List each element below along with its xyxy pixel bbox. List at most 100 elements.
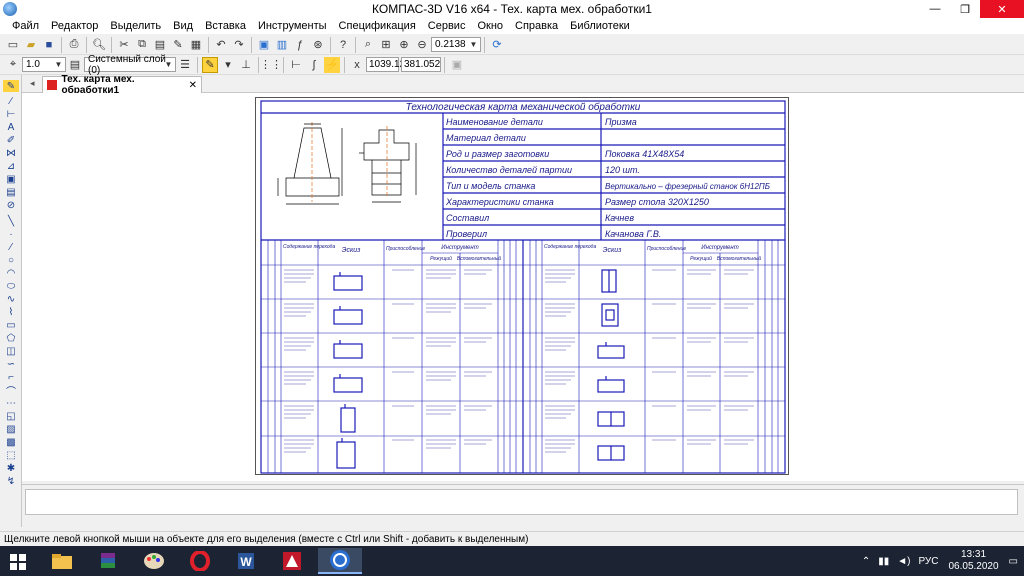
refresh-icon[interactable]: ⟳ — [489, 37, 505, 53]
close-button[interactable]: ✕ — [980, 0, 1024, 18]
variables-icon[interactable]: ƒ — [292, 37, 308, 53]
paste-icon[interactable]: ▤ — [152, 37, 168, 53]
minimize-button[interactable]: — — [920, 0, 950, 18]
maximize-button[interactable]: ❐ — [950, 0, 980, 18]
layers-icon[interactable]: ▤ — [67, 57, 83, 73]
notifications-icon[interactable]: ▭ — [1009, 556, 1018, 567]
segment-tool-icon[interactable]: ⁄ — [3, 241, 19, 253]
object-properties-icon[interactable]: ▣ — [449, 57, 465, 73]
menu-file[interactable]: Файл — [0, 20, 45, 32]
circle-tool-icon[interactable]: ○ — [3, 254, 19, 266]
reports-icon[interactable]: ⊘ — [3, 199, 19, 211]
coord-x-field[interactable]: 1039.12 — [366, 57, 405, 72]
undo-icon[interactable]: ↶ — [213, 37, 229, 53]
menu-help[interactable]: Справка — [509, 20, 564, 32]
snap-grid-icon[interactable]: ⌖ — [5, 57, 21, 73]
word-taskbar-icon[interactable]: W — [224, 548, 268, 574]
zoom-window-icon[interactable]: ⌕ — [360, 37, 376, 53]
paint-taskbar-icon[interactable] — [132, 548, 176, 574]
tab-close-icon[interactable]: ✕ — [189, 80, 197, 91]
measure-icon[interactable]: ⊿ — [3, 160, 19, 172]
kompas-taskbar-icon[interactable] — [318, 548, 362, 574]
polygon-tool-icon[interactable]: ⬠ — [3, 332, 19, 344]
menu-window[interactable]: Окно — [471, 20, 509, 32]
local-cs-icon[interactable]: ⊢ — [288, 57, 304, 73]
dimensions-icon[interactable]: ⊢ — [3, 108, 19, 120]
polyline-tool-icon[interactable]: ⌇ — [3, 306, 19, 318]
format-brush-icon[interactable]: ✎ — [170, 37, 186, 53]
chevron-down-icon[interactable]: ▼ — [53, 59, 64, 70]
windows-start-icon[interactable] — [10, 554, 26, 570]
menu-libraries[interactable]: Библиотеки — [564, 20, 636, 32]
chamfer-tool-icon[interactable]: ⌐ — [3, 371, 19, 383]
zoom-combo[interactable]: 0.2138 ▼ — [431, 37, 481, 52]
macro-tool-icon[interactable]: ✱ — [3, 462, 19, 474]
cut-icon[interactable]: ✂ — [116, 37, 132, 53]
library-icon[interactable]: ▥ — [274, 37, 290, 53]
language-indicator[interactable]: РУС — [918, 556, 938, 567]
opera-taskbar-icon[interactable] — [178, 548, 222, 574]
layer-combo[interactable]: Системный слой (0) ▼ — [84, 54, 176, 76]
ellipse-tool-icon[interactable]: ⬭ — [3, 280, 19, 292]
drawing-sheet[interactable]: .b { stroke:#1a1ab8; stroke-width:1.2; f… — [255, 97, 789, 475]
preview-icon[interactable]: 🔍︎ — [91, 37, 107, 53]
chevron-down-icon[interactable]: ▼ — [468, 39, 479, 50]
arc-tool-icon[interactable]: ◠ — [3, 267, 19, 279]
selection-icon[interactable]: ▣ — [3, 173, 19, 185]
line-tool-icon[interactable]: ╲ — [3, 215, 19, 227]
autocad-taskbar-icon[interactable] — [270, 548, 314, 574]
menu-insert[interactable]: Вставка — [199, 20, 252, 32]
line-scale-combo[interactable]: 1.0 ▼ — [22, 57, 66, 72]
menu-editor[interactable]: Редактор — [45, 20, 104, 32]
zoom-in-icon[interactable]: ⊕ — [396, 37, 412, 53]
open-folder-icon[interactable]: ▰ — [23, 37, 39, 53]
pin-icon[interactable]: ◂ — [30, 78, 35, 89]
rectangle-tool-icon[interactable]: ▭ — [3, 319, 19, 331]
zoom-all-icon[interactable]: ⊞ — [378, 37, 394, 53]
calc-icon[interactable]: ⊛ — [310, 37, 326, 53]
save-icon[interactable]: ■ — [41, 37, 57, 53]
drawing-workspace[interactable]: .b { stroke:#1a1ab8; stroke-width:1.2; f… — [22, 93, 1024, 481]
print-icon[interactable]: ⎙ — [66, 37, 82, 53]
hatch-tool-icon[interactable]: ▨ — [3, 423, 19, 435]
coord-y-field[interactable]: 381.052 — [401, 57, 441, 72]
winrar-taskbar-icon[interactable] — [86, 548, 130, 574]
menu-select[interactable]: Выделить — [104, 20, 167, 32]
network-icon[interactable]: ▮▮ — [878, 556, 889, 567]
volume-icon[interactable]: ◄) — [897, 556, 910, 567]
explorer-taskbar-icon[interactable] — [40, 548, 84, 574]
round-icon[interactable]: ⚡ — [324, 56, 340, 73]
ortho-icon[interactable]: ⊥ — [238, 57, 254, 73]
fill-tool-icon[interactable]: ▩ — [3, 436, 19, 448]
parametrize-icon[interactable]: ⋈ — [3, 147, 19, 159]
properties-area[interactable] — [25, 489, 1018, 515]
menu-specification[interactable]: Спецификация — [333, 20, 422, 32]
spec-icon[interactable]: ▤ — [3, 186, 19, 198]
geometry-icon[interactable]: ∕ — [3, 95, 19, 107]
properties-icon[interactable]: ▦ — [188, 37, 204, 53]
snap-active-icon[interactable]: ✎ — [202, 56, 218, 73]
chevron-down-icon[interactable]: ▼ — [163, 59, 174, 70]
layer-list-icon[interactable]: ☰ — [177, 57, 193, 73]
view-tool-icon[interactable]: ◱ — [3, 410, 19, 422]
tray-arrow-icon[interactable]: ⌃ — [862, 556, 870, 567]
bezier-tool-icon[interactable]: ∽ — [3, 358, 19, 370]
zoom-out-icon[interactable]: ⊖ — [414, 37, 430, 53]
bend-tool-icon[interactable]: ↯ — [3, 475, 19, 487]
fillet-tool-icon[interactable]: ⌒ — [3, 384, 19, 398]
edit-icon[interactable]: ✐ — [3, 134, 19, 146]
menu-service[interactable]: Сервис — [422, 20, 472, 32]
menu-view[interactable]: Вид — [167, 20, 199, 32]
help-pointer-icon[interactable]: ? — [335, 37, 351, 53]
select-tool-icon[interactable]: ✎ — [3, 80, 19, 92]
ortho-mode-icon[interactable]: ʃ — [306, 57, 322, 73]
collection-tool-icon[interactable]: ⬚ — [3, 449, 19, 461]
spline-tool-icon[interactable]: ∿ — [3, 293, 19, 305]
redo-icon[interactable]: ↷ — [231, 37, 247, 53]
contour-tool-icon[interactable]: ◫ — [3, 345, 19, 357]
point-tool-icon[interactable]: · — [3, 228, 19, 240]
clock[interactable]: 13:31 06.05.2020 — [948, 549, 998, 573]
copy-icon[interactable]: ⧉ — [134, 37, 150, 53]
tab-tech-card[interactable]: Тех. карта мех. обработки1 ✕ — [42, 74, 202, 96]
new-document-icon[interactable]: ▭ — [5, 37, 21, 53]
